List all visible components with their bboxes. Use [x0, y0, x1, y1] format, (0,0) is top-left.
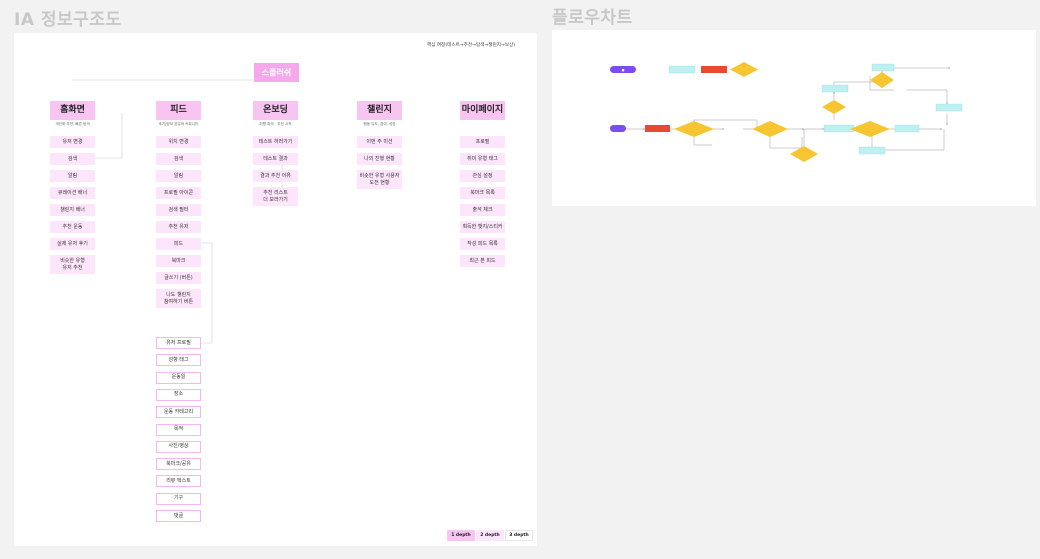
depth2-item: 출석 체크	[460, 204, 505, 216]
depth2-item: 결과 추천 이유	[253, 170, 298, 182]
depth1-feed: 피드	[156, 101, 201, 120]
depth2-item: 비슷한 유형 유저 추천	[50, 255, 95, 274]
depth2-item: 검색	[50, 153, 95, 165]
depth3-item: 리뷰 텍스트	[156, 475, 201, 488]
depth1-subtitle: 개인화 추천, 빠른 탐색	[55, 121, 90, 126]
depth3-item: 성향 태그	[156, 354, 201, 367]
depth3-item: 목적	[156, 423, 201, 436]
depth1-onboarding: 온보딩	[253, 101, 298, 120]
legend-depth-1: 1 depth	[447, 530, 475, 541]
depth1-subtitle: 행동 유도, 참여, 성장	[363, 121, 396, 126]
depth2-item: 최근 본 피드	[460, 255, 505, 267]
flow-decision-2	[752, 121, 788, 137]
depth2-item: 프로필	[460, 136, 505, 148]
depth2-item: 추천 운동	[50, 221, 95, 233]
flow-decision-6	[870, 72, 894, 88]
depth2-item: 테스트 결과	[253, 153, 298, 165]
depth3-item: 장소	[156, 388, 201, 401]
depth2-item: 나의 진행 현황	[357, 153, 402, 165]
depth2-item: 북마크	[156, 255, 201, 267]
depth2-item: 위치 변경	[156, 136, 201, 148]
depth2-item: 획득한 뱃지/스티커	[460, 221, 505, 233]
flow-data-node-5	[871, 63, 895, 72]
depth1-subtitle: 후기/정보 공유와 커뮤니티	[158, 121, 199, 126]
flowchart-diagram: ■	[610, 62, 963, 162]
svg-text:■: ■	[622, 68, 625, 72]
depth2-item: 글쓰기 (버튼)	[156, 272, 201, 284]
flow-data-node-1	[823, 124, 855, 133]
core-journey-note: 핵심 여정(테스트→추천→탐색→챌린지→보상)	[427, 43, 516, 48]
flow-process-node	[645, 125, 670, 132]
flow-data-node-4	[821, 84, 849, 93]
depth2-item: 유저 변경	[50, 136, 95, 148]
depth3-item: 댓글	[156, 510, 201, 522]
depth2-item: 추천 유저	[156, 221, 201, 233]
depth2-item: 추천 리스트 더 보러가기	[253, 187, 298, 206]
depth2-item: 나도 챌린지 참여하기 버튼	[156, 289, 201, 308]
flow-decision-4	[850, 121, 890, 137]
depth3-item: 사진/영상	[156, 440, 201, 453]
depth2-item: 피드	[156, 238, 201, 250]
flow-decision-3	[790, 146, 818, 162]
depth2-item: 검색	[156, 153, 201, 165]
ia-frame-title: IA 정보구조도	[14, 10, 122, 30]
ia-board: 핵심 여정(테스트→추천→탐색→챌린지→보상) 스플러쉬 홈화면 개인화 추천, …	[14, 33, 537, 546]
depth2-item: 북마크 목록	[460, 187, 505, 199]
depth2-item: 알림	[156, 170, 201, 182]
flow-legend-decision	[730, 62, 758, 77]
depth2-item: 테스트 하러가기	[253, 136, 298, 148]
flow-legend-data	[668, 65, 696, 74]
depth2-item: 취미 유형 태그	[460, 153, 505, 165]
flow-start-node	[610, 125, 626, 132]
depth1-mypage: 마이페이지	[460, 101, 505, 120]
flow-decision-5	[822, 100, 846, 114]
depth2-item: 관심 설정	[460, 170, 505, 182]
root-node-splash: 스플러쉬	[254, 63, 299, 82]
depth3-item: 운동일	[156, 371, 201, 384]
flow-decision-1	[674, 121, 714, 137]
flow-frame-title: 플로우차트	[552, 8, 633, 28]
depth1-home: 홈화면	[50, 101, 95, 120]
depth3-item: 기구	[156, 492, 201, 505]
depth3-item: 유저 프로필	[156, 337, 201, 349]
depth2-item: 실제 유저 후기	[50, 238, 95, 250]
depth2-item: 프로필 아이콘	[156, 187, 201, 199]
depth1-subtitle: 취향 파악 · 추천 시작	[259, 121, 292, 126]
depth2-item: 이번 주 미션	[357, 136, 402, 148]
flow-data-node-6	[935, 103, 963, 112]
flow-legend-process	[701, 66, 727, 73]
depth2-item: 비슷한 유형 사용자 도전 현황	[357, 170, 402, 189]
depth1-challenge: 챌린지	[357, 101, 402, 120]
flow-data-node-3	[858, 146, 886, 155]
depth3-item: 운동 카테고리	[156, 406, 201, 419]
depth2-item: 챌린지 배너	[50, 204, 95, 216]
depth2-item: 검색 필터	[156, 204, 201, 216]
legend-depth-2: 2 depth	[476, 530, 504, 541]
depth2-item: 작성 피드 목록	[460, 238, 505, 250]
depth2-item: 알림	[50, 170, 95, 182]
legend-depth-3: 3 depth	[505, 530, 533, 541]
flow-data-node-2	[894, 124, 920, 133]
depth2-item: 큐레이션 배너	[50, 187, 95, 199]
depth3-item: 북마크/공유	[156, 458, 201, 471]
